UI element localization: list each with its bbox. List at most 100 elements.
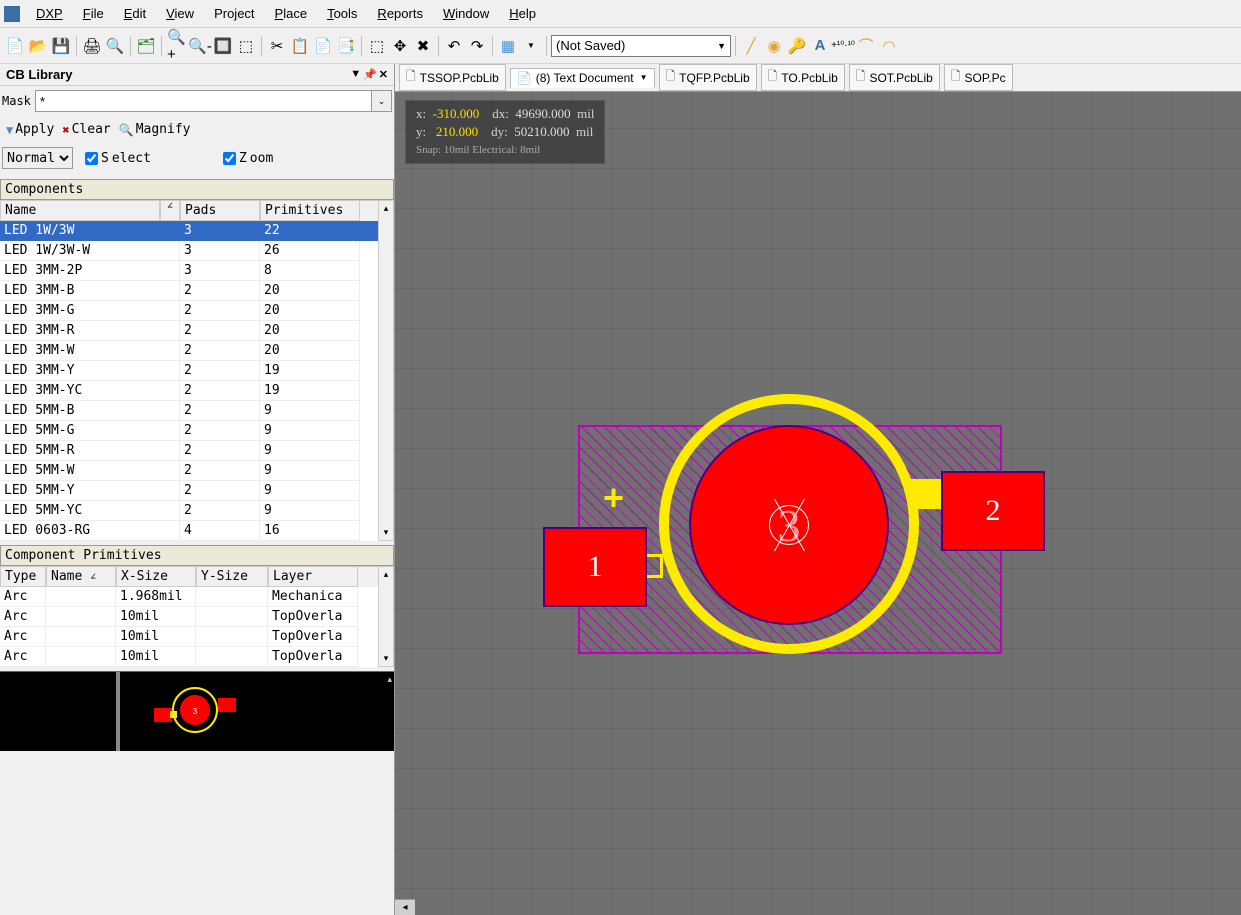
snap-combo[interactable]: (Not Saved) ▼ [551,35,731,57]
menu-view[interactable]: View [156,6,204,21]
redo-icon[interactable]: ↷ [466,35,488,57]
document-tab[interactable]: 🗋TQFP.PcbLib [659,64,757,91]
scroll-up-icon[interactable]: ▴ [384,569,389,580]
document-tab[interactable]: 📄(8) Text Document▼ [510,68,655,88]
mode-select[interactable]: Normal [2,147,73,169]
col-layer[interactable]: Layer [268,567,358,587]
tab-scroll-left-icon[interactable]: ◂ [395,899,415,915]
table-row[interactable]: Arc10milTopOverla [0,647,378,667]
save-icon[interactable]: 💾 [50,35,72,57]
print-icon[interactable]: 🖨 [81,35,103,57]
scroll-down-icon[interactable]: ▾ [384,653,389,664]
document-tab[interactable]: 🗋TSSOP.PcbLib [399,64,506,91]
cut-icon[interactable]: ✂ [266,35,288,57]
table-row[interactable]: LED 1W/3W-W326 [0,241,378,261]
sort-icon[interactable]: ∠ [160,201,180,221]
preview-scroll-up-icon[interactable]: ▴ [387,674,392,685]
table-row[interactable]: LED 3MM-R220 [0,321,378,341]
clear-button[interactable]: ✖Clear [58,120,114,139]
zoom-fit-icon[interactable]: 🔲 [212,35,234,57]
undo-icon[interactable]: ↶ [443,35,465,57]
panel-pin-icon[interactable]: 📌 [363,68,377,81]
panel-dropdown-icon[interactable]: ▼ [350,68,361,81]
table-row[interactable]: LED 5MM-R29 [0,441,378,461]
menu-dxp[interactable]: DXP [26,6,73,21]
separator [546,36,547,56]
table-row[interactable]: LED 3MM-2P38 [0,261,378,281]
new-icon[interactable]: 📄 [4,35,26,57]
table-row[interactable]: Arc1.968milMechanica [0,587,378,607]
zoom-checkbox[interactable]: Zoom [223,151,273,166]
components-scrollbar[interactable]: ▴ ▾ [378,200,394,541]
pad-2[interactable]: 2 [941,471,1045,551]
grid-icon[interactable]: ▦ [497,35,519,57]
menu-tools[interactable]: Tools [317,6,367,21]
col-type[interactable]: Type [0,567,46,587]
magnify-button[interactable]: 🔍Magnify [115,120,195,139]
pad-3[interactable]: 3 [689,425,889,625]
col-ysize[interactable]: Y-Size [196,567,268,587]
table-row[interactable]: LED 3MM-YC219 [0,381,378,401]
select-rect-icon[interactable]: ⬚ [366,35,388,57]
move-icon[interactable]: ✥ [389,35,411,57]
pad-1[interactable]: 1 [543,527,647,607]
menu-edit[interactable]: Edit [114,6,156,21]
menu-reports[interactable]: Reports [367,6,433,21]
copy-icon[interactable]: 📋 [289,35,311,57]
table-row[interactable]: LED 0603-RG416 [0,521,378,541]
table-row[interactable]: LED 5MM-B29 [0,401,378,421]
col-pads[interactable]: Pads [180,201,260,221]
primitives-scrollbar[interactable]: ▴ ▾ [378,566,394,667]
menu-help[interactable]: Help [499,6,546,21]
print-preview-icon[interactable]: 🔍 [104,35,126,57]
pad-icon[interactable]: ◉ [763,35,785,57]
grid-dropdown-icon[interactable]: ▼ [520,35,542,57]
deselect-icon[interactable]: ✖ [412,35,434,57]
layers-icon[interactable]: 🗂 [135,35,157,57]
menu-file[interactable]: File [73,6,114,21]
table-row[interactable]: LED 5MM-Y29 [0,481,378,501]
table-row[interactable]: LED 3MM-Y219 [0,361,378,381]
select-checkbox[interactable]: Select [85,151,151,166]
menu-project[interactable]: Project [204,6,264,21]
document-tab[interactable]: 🗋TO.PcbLib [761,64,845,91]
document-tab[interactable]: 🗋SOP.Pc [944,64,1013,91]
table-row[interactable]: Arc10milTopOverla [0,607,378,627]
pcb-canvas[interactable]: x: -310.000 dx: 49690.000 mil y: 210.000… [395,92,1241,915]
mask-input[interactable] [35,90,372,112]
table-row[interactable]: LED 3MM-G220 [0,301,378,321]
document-tab[interactable]: 🗋SOT.PcbLib [849,64,940,91]
col-pname[interactable]: Name ∠ [46,567,116,587]
arc-icon[interactable]: ⌒ [855,35,877,57]
via-icon[interactable]: 🔑 [786,35,808,57]
apply-button[interactable]: ▼Apply [2,120,58,139]
mask-dropdown-icon[interactable]: ⌄ [372,90,392,112]
table-row[interactable]: LED 5MM-G29 [0,421,378,441]
scroll-down-icon[interactable]: ▾ [384,527,389,538]
zoom-out-icon[interactable]: 🔍- [189,35,211,57]
open-icon[interactable]: 📂 [27,35,49,57]
menu-place[interactable]: Place [265,6,318,21]
table-row[interactable]: LED 3MM-B220 [0,281,378,301]
arc2-icon[interactable]: ◠ [878,35,900,57]
table-row[interactable]: Arc10milTopOverla [0,627,378,647]
table-row[interactable]: LED 3MM-W220 [0,341,378,361]
paste-icon[interactable]: 📄 [312,35,334,57]
chevron-down-icon[interactable]: ▼ [640,73,648,82]
panel-close-icon[interactable]: ✕ [379,68,388,81]
col-name[interactable]: Name [0,201,160,221]
table-row[interactable]: LED 1W/3W322 [0,221,378,241]
preview-splitter[interactable] [116,672,120,751]
zoom-in-icon[interactable]: 🔍+ [166,35,188,57]
table-row[interactable]: LED 5MM-W29 [0,461,378,481]
scroll-up-icon[interactable]: ▴ [384,203,389,214]
menu-window[interactable]: Window [433,6,499,21]
string-icon[interactable]: A [809,35,831,57]
col-xsize[interactable]: X-Size [116,567,196,587]
col-primitives[interactable]: Primitives [260,201,360,221]
table-row[interactable]: LED 5MM-YC29 [0,501,378,521]
origin-icon[interactable]: +¹⁰·¹⁰ [832,35,854,57]
zoom-selection-icon[interactable]: ⬚ [235,35,257,57]
track-icon[interactable]: ╱ [740,35,762,57]
paste-special-icon[interactable]: 📑 [335,35,357,57]
